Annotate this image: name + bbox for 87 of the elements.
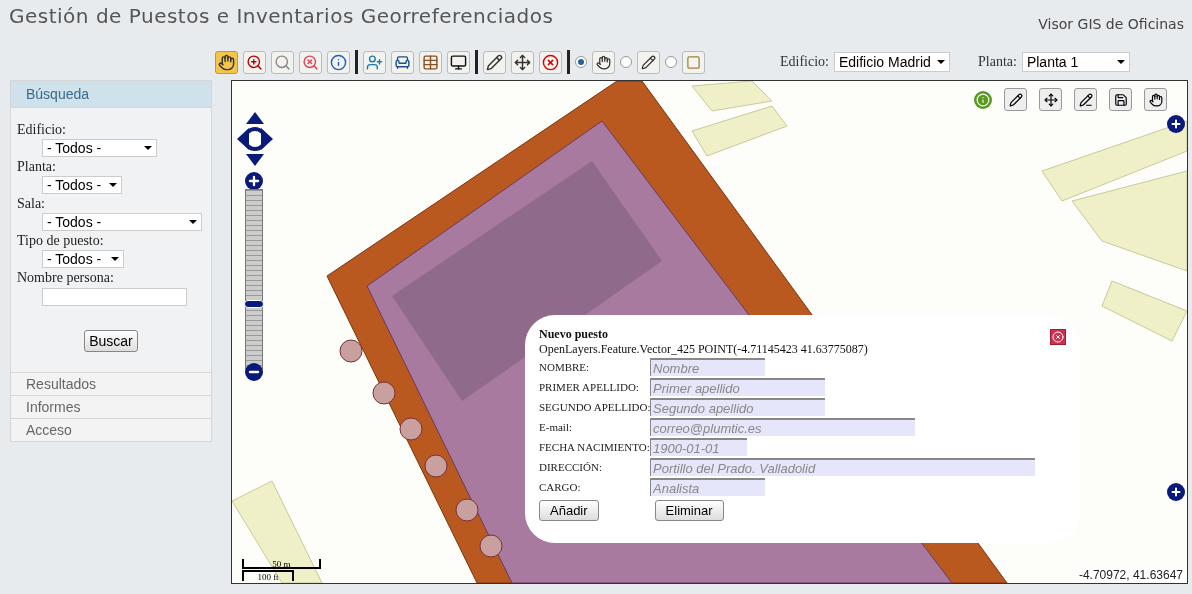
- input-field[interactable]: Analista: [650, 478, 765, 496]
- pencil-icon: [1078, 92, 1093, 107]
- search-button[interactable]: Buscar: [84, 329, 138, 352]
- save-button[interactable]: [1109, 88, 1132, 111]
- toolbar-separator: [355, 50, 358, 74]
- zoom-slider-thumb[interactable]: [244, 300, 264, 309]
- pencil-icon: [641, 54, 656, 70]
- radio-button[interactable]: [620, 56, 632, 68]
- accordion-header[interactable]: Informes: [10, 395, 212, 419]
- tool-button[interactable]: [215, 50, 238, 74]
- search-icon: [274, 53, 291, 71]
- accordion-header[interactable]: Acceso: [10, 418, 212, 442]
- tool-button[interactable]: [483, 50, 506, 74]
- move-icon: [1043, 92, 1058, 107]
- input-field[interactable]: 1900-01-01: [650, 438, 747, 456]
- add-user-icon: [366, 53, 383, 71]
- select-label: Planta:: [978, 54, 1017, 70]
- info-icon: [976, 92, 990, 107]
- app-subtitle: Visor GIS de Oficinas: [1038, 16, 1184, 32]
- add-chair-icon: [394, 53, 411, 71]
- popup-button[interactable]: Eliminar: [654, 500, 724, 521]
- toolbar-separator: [567, 50, 570, 74]
- input-field[interactable]: correo@plumtic.es: [650, 418, 915, 436]
- popup-subtitle: OpenLayers.Feature.Vector_425 POINT(-4.71145423 41.63775087): [539, 342, 869, 357]
- app-title: Gestión de Puestos e Inventarios Georreferenciados: [9, 4, 554, 28]
- tool-button[interactable]: [592, 50, 615, 74]
- close-icon: [1052, 331, 1064, 343]
- scale-label: 100 ft: [242, 570, 294, 581]
- field-label: NOMBRE:: [539, 361, 591, 373]
- field-label: CARGO:: [539, 481, 582, 493]
- dropdown[interactable]: Planta 1: [1021, 52, 1130, 72]
- scale-label: 50 m: [242, 559, 321, 569]
- field-label: FECHA NACIMIENTO:: [539, 441, 650, 453]
- info-icon: [330, 53, 347, 71]
- save-icon: [1113, 92, 1128, 107]
- popup-title: Nuevo puesto: [539, 327, 608, 342]
- field-label: E-mail:: [539, 421, 573, 433]
- input-field[interactable]: Nombre: [650, 358, 765, 376]
- erase-button[interactable]: [1074, 88, 1097, 111]
- input-field[interactable]: Primer apellido: [650, 378, 825, 396]
- field-label: Tipo de puesto:: [17, 233, 105, 249]
- coordinates-readout: -4.70972, 41.63647: [1078, 568, 1183, 582]
- plus-icon: [1170, 486, 1182, 498]
- field-label: Sala:: [17, 196, 46, 212]
- pencil-icon: [486, 53, 503, 71]
- dropdown[interactable]: - Todos -: [42, 250, 124, 268]
- dropdown[interactable]: Edificio Madrid: [834, 52, 950, 72]
- input-field[interactable]: Portillo del Prado. Valladolid: [650, 458, 1035, 476]
- pan-button[interactable]: [1144, 88, 1167, 111]
- zoom-slider[interactable]: [245, 189, 263, 369]
- radio-button[interactable]: [665, 56, 677, 68]
- accordion-header[interactable]: Resultados: [10, 372, 212, 396]
- field-label: Edificio:: [17, 122, 67, 138]
- field-label: Planta:: [17, 159, 57, 175]
- draw-button[interactable]: [1004, 88, 1027, 111]
- move-icon: [514, 53, 531, 71]
- hand-icon: [1148, 92, 1163, 107]
- dropdown[interactable]: - Todos -: [42, 213, 202, 231]
- input-field[interactable]: Segundo apellido: [650, 398, 825, 416]
- move-button[interactable]: [1039, 88, 1062, 111]
- toolbar-separator: [475, 50, 478, 74]
- field-label: Nombre persona:: [17, 270, 115, 286]
- hand-icon: [596, 54, 611, 70]
- field-label: SEGUNDO APELLIDO:: [539, 401, 650, 413]
- close-button[interactable]: [1050, 329, 1066, 345]
- pencil-icon: [1008, 92, 1023, 107]
- plus-icon: [1170, 118, 1182, 130]
- radio-button[interactable]: [575, 56, 587, 68]
- field-label: PRIMER APELLIDO:: [539, 381, 640, 393]
- input-field[interactable]: [42, 287, 187, 306]
- tool-button[interactable]: [391, 50, 414, 74]
- accordion-header[interactable]: Búsqueda: [10, 80, 212, 108]
- delete-icon: [542, 53, 559, 71]
- dropdown[interactable]: - Todos -: [42, 176, 122, 194]
- pan-control-icon[interactable]: [237, 112, 273, 166]
- popup-button[interactable]: Añadir: [539, 500, 599, 521]
- select-label: Edificio:: [780, 54, 829, 70]
- add-table-icon: [422, 53, 439, 71]
- zoom-in-icon: [246, 53, 263, 71]
- dropdown[interactable]: - Todos -: [42, 139, 157, 157]
- tool-button[interactable]: [637, 50, 660, 74]
- tool-button[interactable]: [511, 50, 534, 74]
- hand-icon: [218, 53, 235, 71]
- plus-icon: [247, 174, 261, 188]
- tool-button[interactable]: [447, 50, 470, 74]
- field-label: DIRECCIÓN:: [539, 461, 603, 473]
- add-monitor-icon: [450, 53, 467, 71]
